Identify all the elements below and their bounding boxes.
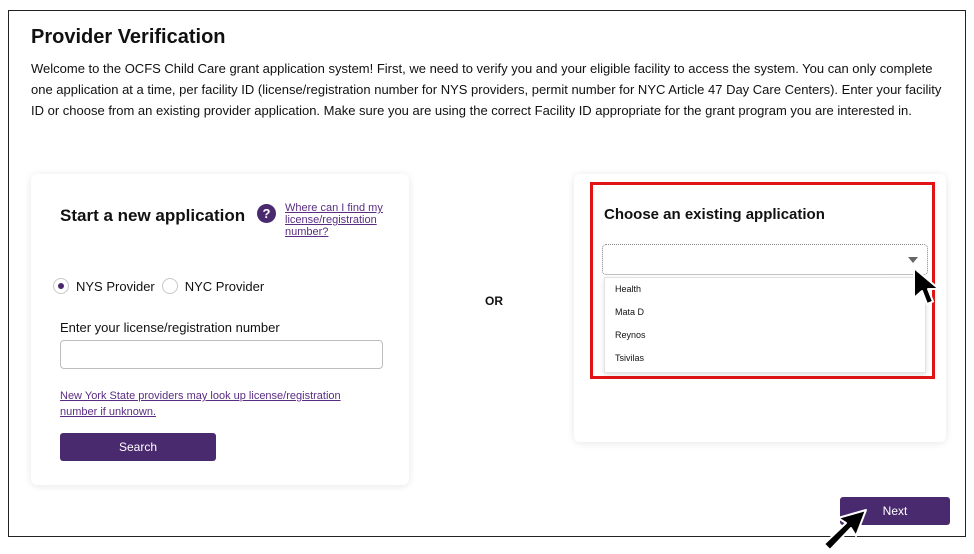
caret-down-icon[interactable]	[908, 257, 918, 263]
search-button[interactable]: Search	[60, 433, 216, 461]
lookup-license-link[interactable]: New York State providers may look up lic…	[60, 388, 380, 420]
find-license-help-link[interactable]: Where can I find my license/registration…	[285, 202, 405, 238]
page-title: Provider Verification	[31, 26, 226, 48]
license-field-label: Enter your license/registration number	[60, 320, 280, 335]
radio-nys-provider[interactable]: NYS Provider	[53, 278, 155, 294]
provider-type-radio-group: NYS Provider NYC Provider	[53, 278, 271, 294]
radio-label-nys: NYS Provider	[76, 278, 155, 294]
dropdown-option[interactable]: Health	[605, 278, 657, 301]
dropdown-option[interactable]: Mata D	[605, 301, 657, 324]
new-application-title: Start a new application	[60, 206, 246, 225]
dropdown-option[interactable]: Reynos	[605, 324, 657, 347]
radio-unchecked-icon[interactable]	[161, 278, 178, 294]
intro-text: Welcome to the OCFS Child Care grant app…	[31, 61, 942, 118]
arrow-cursor-icon	[823, 509, 867, 551]
existing-application-dropdown: Health Mata D Reynos Tsivilas	[604, 277, 926, 373]
arrow-cursor-icon	[913, 267, 940, 305]
existing-application-title: Choose an existing application	[604, 206, 825, 223]
radio-nyc-provider[interactable]: NYC Provider	[161, 278, 265, 294]
radio-label-nyc: NYC Provider	[184, 278, 265, 294]
or-separator: OR	[485, 294, 503, 308]
license-number-input[interactable]	[60, 340, 383, 369]
dropdown-option[interactable]: Tsivilas	[605, 347, 657, 370]
radio-checked-icon[interactable]	[53, 278, 69, 294]
new-application-card: Start a new application ? Where can I fi…	[31, 174, 409, 485]
question-icon[interactable]: ?	[257, 204, 276, 223]
existing-application-select[interactable]	[602, 244, 928, 275]
